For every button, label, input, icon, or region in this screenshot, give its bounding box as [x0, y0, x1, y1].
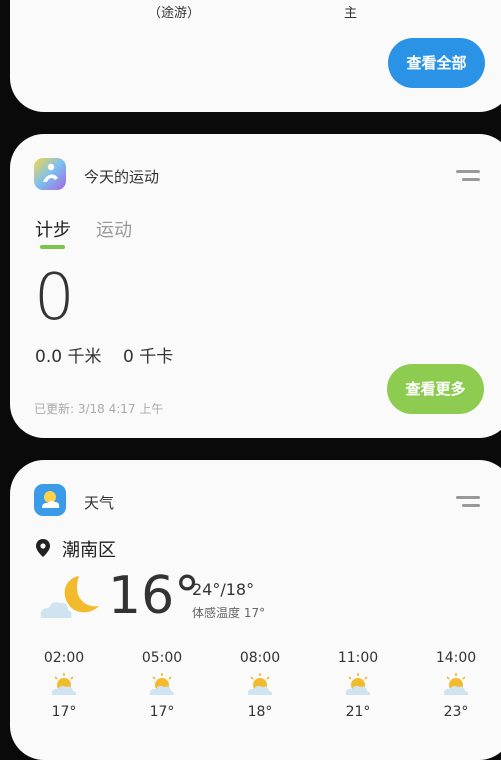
forecast-temp: 17°	[149, 704, 175, 720]
top-card-subtitle-right: 主	[344, 6, 358, 21]
partly-cloudy-icon	[247, 673, 273, 695]
hourly-forecast-item: 05:00 17°	[132, 650, 192, 720]
current-temperature: 16°	[108, 566, 201, 626]
forecast-temp: 18°	[247, 704, 273, 720]
view-all-button[interactable]: 查看全部	[388, 38, 485, 88]
drag-handle-icon[interactable]	[456, 170, 480, 184]
top-card-subtitle-left: （途游）	[148, 6, 201, 21]
tab-exercise[interactable]: 运动	[96, 216, 132, 242]
forecast-temp: 23°	[443, 704, 469, 720]
forecast-temp: 21°	[345, 704, 371, 720]
partly-cloudy-icon	[149, 673, 175, 695]
location-pin-icon	[36, 539, 50, 557]
forecast-time: 08:00	[239, 650, 281, 666]
forecast-time: 14:00	[435, 650, 477, 666]
calories-value: 0 千卡	[123, 347, 174, 367]
updated-timestamp: 已更新: 3/18 4:17 上午	[34, 402, 164, 416]
partly-cloudy-icon	[345, 673, 371, 695]
weather-title: 天气	[84, 494, 115, 512]
moon-cloud-icon	[40, 576, 99, 618]
sport-card[interactable]: 今天的运动 计步 运动 0 0.0 千米 0 千卡 已更新: 3/18 4:17…	[10, 134, 501, 438]
hourly-forecast-item: 02:00 17°	[34, 650, 94, 720]
top-card: （途游） 主 查看全部	[10, 0, 501, 112]
view-more-button[interactable]: 查看更多	[387, 364, 484, 414]
location-name[interactable]: 潮南区	[62, 536, 116, 562]
forecast-temp: 17°	[51, 704, 77, 720]
forecast-time: 05:00	[141, 650, 183, 666]
tab-indicator	[40, 245, 65, 249]
weather-card[interactable]: 天气 潮南区 16° 24°/18° 体感温度 17° 02:00 17° 05…	[10, 460, 501, 760]
drag-handle-icon[interactable]	[456, 496, 480, 510]
tab-steps[interactable]: 计步	[35, 216, 71, 242]
partly-cloudy-icon	[443, 673, 469, 695]
step-count: 0	[34, 261, 75, 335]
sport-app-icon	[34, 158, 66, 190]
hourly-forecast-item: 14:00 23°	[426, 650, 486, 720]
temperature-range: 24°/18°	[192, 580, 255, 599]
forecast-time: 11:00	[337, 650, 379, 666]
feels-like: 体感温度 17°	[192, 606, 266, 620]
partly-cloudy-icon	[51, 673, 77, 695]
forecast-time: 02:00	[43, 650, 85, 666]
hourly-forecast-item: 11:00 21°	[328, 650, 388, 720]
sport-title: 今天的运动	[84, 168, 160, 186]
hourly-forecast-item: 08:00 18°	[230, 650, 290, 720]
weather-app-icon	[34, 484, 66, 516]
distance-value: 0.0 千米	[35, 347, 102, 367]
